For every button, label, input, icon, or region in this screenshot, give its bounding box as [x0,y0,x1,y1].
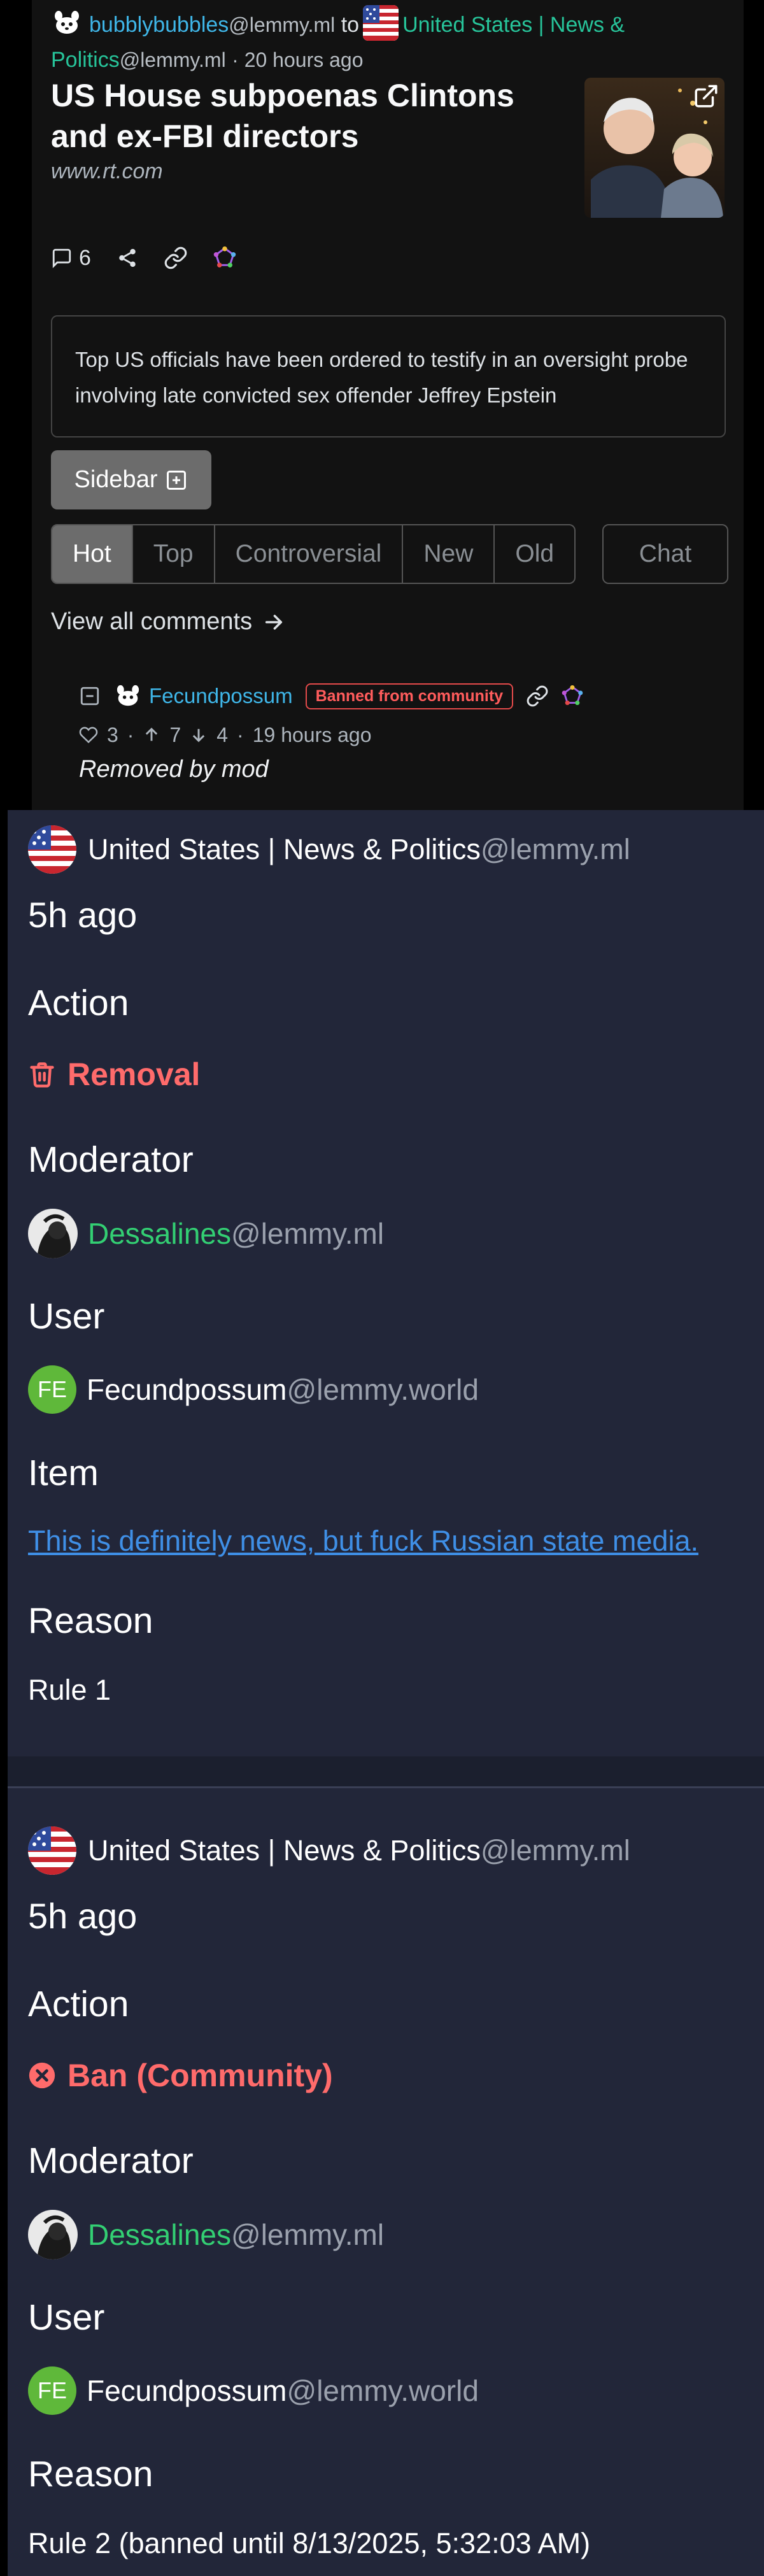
creator-instance: @lemmy.ml [229,13,336,36]
community-instance: @lemmy.ml [480,1834,630,1867]
moderator-avatar [28,2210,78,2259]
plus-square-icon [167,470,187,490]
external-link-icon[interactable] [693,83,719,110]
moderator-link[interactable]: Dessalines@lemmy.ml [28,1209,384,1258]
user-avatar: FE [28,1365,76,1414]
comment-icon [52,248,71,269]
arrow-up-icon[interactable] [143,726,160,744]
creator-name: bubblybubbles [89,13,229,37]
banned-badge: Banned from community [305,683,514,709]
share-icon[interactable] [117,247,138,269]
comment-count: 6 [79,245,91,270]
post-thumbnail[interactable] [584,78,725,218]
post-title[interactable]: US House subpoenas Clintons and ex-FBI d… [51,75,579,157]
user-link[interactable]: FE Fecundpossum@lemmy.world [28,2366,479,2415]
us-flag-icon [363,5,399,41]
modlog-time: 5h ago [28,1896,138,1936]
modlog-time: 5h ago [28,895,138,935]
sort-top[interactable]: Top [133,525,215,583]
collapse-icon[interactable] [79,685,101,707]
modlog-action: Removal [28,1056,200,1093]
bunny-avatar-icon [117,685,139,706]
moderator-link[interactable]: Dessalines@lemmy.ml [28,2210,384,2259]
user-avatar: FE [28,2366,76,2415]
modlog-action: Ban (Community) [28,2057,333,2094]
item-heading: Item [28,1453,99,1493]
comment-score: 3 [107,723,118,746]
community-instance: @lemmy.ml [119,48,226,71]
arrow-right-icon [265,614,283,630]
action-label: Ban (Community) [67,2058,333,2093]
heart-icon [79,727,98,743]
sort-old[interactable]: Old [495,525,574,583]
sidebar-button[interactable]: Sidebar [51,450,211,509]
commenter-link[interactable]: Fecundpossum [149,684,293,708]
modlog-entry: United States | News & Politics@lemmy.ml… [8,810,764,1756]
card-gap [8,1756,764,1788]
moderator-heading: Moderator [28,2140,194,2181]
moderator-instance: @lemmy.ml [231,1217,385,1250]
comment: Fecundpossum Banned from community 3 · 7… [79,677,716,783]
post-actions: 6 [51,239,236,277]
user-heading: User [28,1296,105,1337]
us-flag-icon [28,1826,76,1875]
moderator-heading: Moderator [28,1139,194,1180]
user-heading: User [28,2297,105,2338]
chat-button[interactable]: Chat [602,524,728,584]
sidebar-label: Sidebar [74,466,158,493]
moderator-name: Dessalines [88,1217,231,1250]
item-link[interactable]: This is definitely news, but fuck Russia… [28,1525,698,1558]
bunny-avatar-icon [55,11,79,34]
reason-heading: Reason [28,1600,153,1641]
sort-hot[interactable]: Hot [52,525,133,583]
trash-icon [30,1062,54,1088]
link-icon[interactable] [526,685,549,708]
view-all-label: View all comments [51,608,253,635]
sort-new[interactable]: New [403,525,495,583]
view-all-comments-link[interactable]: View all comments [51,608,286,636]
moderator-avatar [28,1209,78,1258]
x-circle-icon [29,2062,55,2089]
fediverse-icon[interactable] [213,246,236,269]
post-body: Top US officials have been ordered to te… [51,315,726,438]
reason-heading: Reason [28,2454,153,2494]
reason-text: Rule 2 (banned until 8/13/2025, 5:32:03 … [28,2527,591,2559]
user-instance: @lemmy.world [286,1373,479,1406]
modlog-entry: United States | News & Politics@lemmy.ml… [8,1788,764,2576]
action-heading: Action [28,983,129,1023]
community-instance: @lemmy.ml [480,833,630,865]
reason-text: Rule 1 [28,1674,111,1706]
arrow-down-icon[interactable] [190,726,208,744]
downvote-count: 4 [216,723,229,746]
post-time: · 20 hours ago [232,48,364,71]
separator-dot: · [237,723,244,746]
modlog-community[interactable]: United States | News & Politics@lemmy.ml [28,1826,630,1875]
sort-controversial[interactable]: Controversial [215,525,404,583]
user-instance: @lemmy.world [286,2374,479,2407]
separator-dot: · [127,723,134,746]
user-link[interactable]: FE Fecundpossum@lemmy.world [28,1365,479,1414]
comments-button[interactable]: 6 [51,246,91,271]
community-name: United States | News & Politics [88,833,481,865]
us-flag-icon [28,825,76,874]
moderator-name: Dessalines [88,2218,231,2251]
comment-time: 19 hours ago [252,723,372,746]
comment-sort-group: Hot Top Controversial New Old [51,524,576,584]
modlog-community[interactable]: United States | News & Politics@lemmy.ml [28,825,630,874]
action-label: Removal [67,1057,201,1092]
post-panel: bubblybubbles@lemmy.ml to United States … [32,0,744,810]
creator-link[interactable]: bubblybubbles@lemmy.ml [89,13,335,37]
to-word: to [341,13,360,37]
fediverse-icon[interactable] [562,685,583,707]
action-heading: Action [28,1984,129,2025]
post-url[interactable]: www.rt.com [51,159,163,184]
comment-content: Removed by mod [79,756,269,783]
user-name: Fecundpossum [87,2374,287,2407]
post-byline: bubblybubbles@lemmy.ml to United States … [51,5,675,78]
user-name: Fecundpossum [87,1373,287,1406]
community-name: United States | News & Politics [88,1834,481,1867]
moderator-instance: @lemmy.ml [231,2218,385,2251]
upvote-count: 7 [169,723,181,746]
link-icon[interactable] [164,246,188,270]
